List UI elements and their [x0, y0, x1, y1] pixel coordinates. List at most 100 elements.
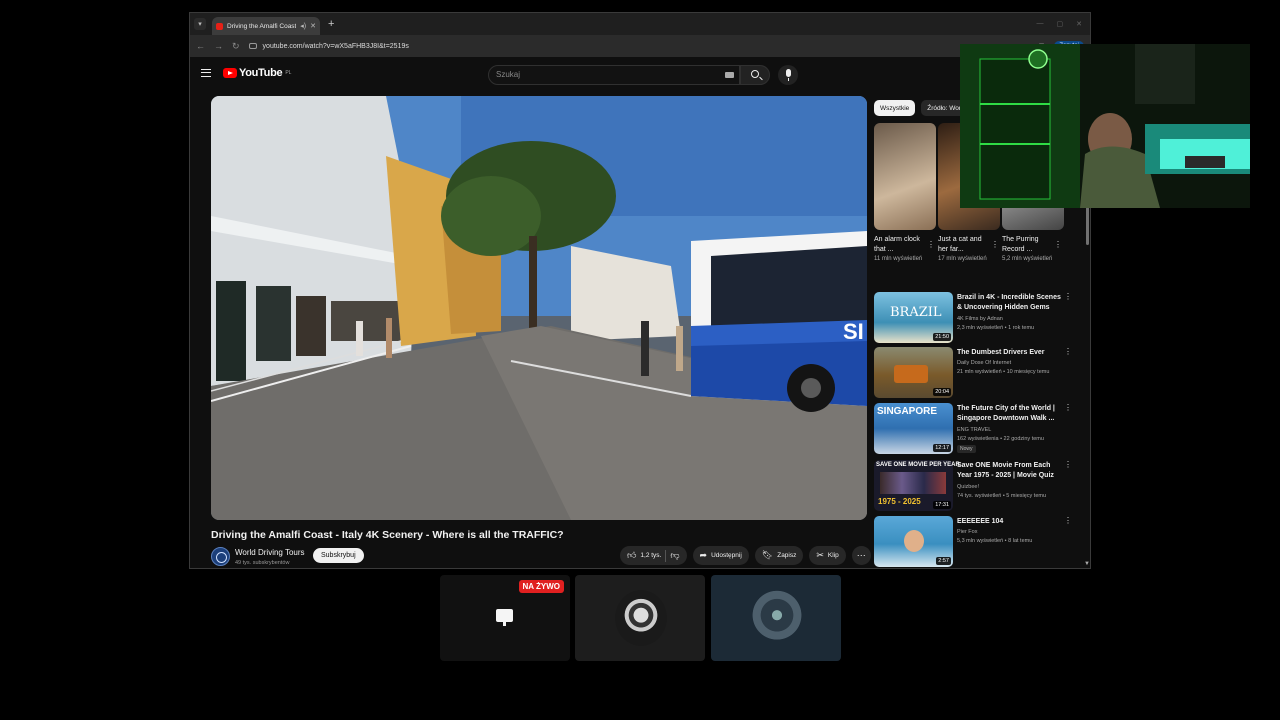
like-icon[interactable]: 👍︎: [627, 550, 636, 561]
participant-tile-screen[interactable]: NA ŻYWO: [440, 575, 570, 661]
channel-name[interactable]: ENG TRAVEL: [957, 426, 1067, 434]
search-input[interactable]: Szukaj: [488, 65, 740, 85]
youtube-favicon-icon: [216, 22, 223, 30]
video-duration: 20:04: [933, 388, 951, 396]
channel-name[interactable]: Pier Fox: [957, 528, 1067, 536]
recommendation-item[interactable]: SINGAPORE 12:17 The Future City of the W…: [874, 403, 1074, 455]
share-icon: ➦: [699, 550, 708, 560]
maximize-icon[interactable]: ▢: [1057, 20, 1064, 28]
participant-tile[interactable]: [575, 575, 705, 661]
thumbnail-text: SAVE ONE MOVIE PER YEAR: [876, 462, 960, 468]
voice-search-icon[interactable]: [778, 65, 798, 85]
recommendation-item[interactable]: 20:04 The Dumbest Drivers Ever Daily Dos…: [874, 347, 1074, 399]
more-vert-icon[interactable]: ⋮: [1064, 347, 1072, 356]
reload-icon[interactable]: ↻: [232, 41, 240, 52]
browser-window: ▾ Driving the Amalfi Coast - I ◂) ✕ + — …: [189, 12, 1091, 569]
more-actions-button[interactable]: ⋯: [851, 546, 871, 565]
tab-search-icon[interactable]: ▾: [194, 18, 206, 30]
subscriber-count: 49 tys. subskrybentów: [235, 560, 290, 566]
video-title: Driving the Amalfi Coast - Italy 4K Scen…: [211, 529, 564, 541]
video-title[interactable]: Save ONE Movie From Each Year 1975 - 202…: [957, 461, 1061, 481]
video-thumbnail[interactable]: BRAZIL 21:50: [874, 292, 953, 343]
video-meta: 2,3 mln wyświetleń • 1 rok temu: [957, 325, 1035, 331]
youtube-play-icon: [223, 68, 237, 78]
short-title[interactable]: The Purring Record ...: [1002, 235, 1052, 255]
video-meta: 162 wyświetlenia • 22 godziny temu: [957, 436, 1044, 442]
video-thumbnail[interactable]: SINGAPORE 12:17: [874, 403, 953, 454]
thumbnail-subtext: 1975 - 2025: [878, 497, 921, 506]
video-meta: 74 tys. wyświetleń • 5 miesięcy temu: [957, 493, 1047, 499]
url-field[interactable]: youtube.com/watch?v=wX5aFHB3J8I&t=2519s: [248, 43, 1030, 50]
video-thumbnail[interactable]: 2:57: [874, 516, 953, 567]
address-bar: ← → ↻ youtube.com/watch?v=wX5aFHB3J8I&t=…: [190, 35, 1090, 57]
dislike-icon[interactable]: 👎︎: [670, 550, 679, 561]
menu-icon[interactable]: [201, 69, 211, 77]
short-menu-icon[interactable]: ⋮: [927, 240, 935, 249]
close-window-icon[interactable]: ✕: [1076, 20, 1082, 28]
youtube-page: YouTube PL Szukaj SI Driving the Amalfi …: [190, 57, 1090, 568]
scroll-down-icon[interactable]: ▼: [1084, 561, 1090, 567]
channel-name[interactable]: Quizbee!: [957, 483, 1067, 491]
site-info-icon[interactable]: [248, 43, 257, 49]
more-vert-icon[interactable]: ⋮: [1064, 403, 1072, 412]
search-button[interactable]: [740, 65, 770, 85]
chip-all[interactable]: Wszystkie: [874, 100, 916, 116]
save-label: Zapisz: [777, 552, 797, 559]
more-vert-icon[interactable]: ⋮: [1064, 516, 1072, 525]
browser-tab[interactable]: Driving the Amalfi Coast - I ◂) ✕: [212, 17, 320, 35]
more-vert-icon[interactable]: ⋮: [1064, 460, 1072, 469]
video-title[interactable]: The Dumbest Drivers Ever: [957, 348, 1061, 358]
webcam-feed: [960, 44, 1250, 208]
video-thumbnail[interactable]: SAVE ONE MOVIE PER YEAR 1975 - 2025 17:3…: [874, 460, 960, 511]
video-title[interactable]: EEEEEEE 104: [957, 517, 1061, 527]
short-views: 5,2 mln wyświetleń: [1002, 256, 1053, 262]
short-views: 17 mln wyświetleń: [938, 256, 987, 262]
short-thumbnail[interactable]: [874, 123, 936, 230]
live-badge: NA ŻYWO: [518, 580, 564, 593]
video-actions: 👍︎ 1,2 tys. 👎︎ ➦ Udostępnij 🔖︎ Zapisz ✂ …: [620, 546, 871, 565]
clip-button[interactable]: ✂ Klip: [809, 546, 846, 565]
video-duration: 21:50: [933, 333, 951, 341]
video-player[interactable]: SI: [211, 96, 867, 520]
back-icon[interactable]: ←: [196, 41, 205, 51]
short-title[interactable]: An alarm clock that ...: [874, 235, 924, 255]
video-thumbnail[interactable]: 20:04: [874, 347, 953, 398]
car-shape: [894, 365, 928, 383]
video-meta: 21 mln wyświetleń • 10 miesięcy temu: [957, 369, 1050, 375]
more-vert-icon[interactable]: ⋮: [1064, 292, 1072, 301]
channel-name[interactable]: World Driving Tours: [235, 548, 305, 557]
participant-tile[interactable]: [711, 575, 841, 661]
channel-name[interactable]: Daily Dose Of Internet: [957, 359, 1067, 367]
short-title[interactable]: Just a cat and her far...: [938, 235, 988, 255]
keyboard-icon[interactable]: [725, 72, 734, 78]
video-meta: 5,3 mln wyświetleń • 8 lat temu: [957, 538, 1033, 544]
like-count[interactable]: 1,2 tys.: [640, 552, 661, 559]
subscribe-button[interactable]: Subskrybuj: [313, 548, 364, 563]
recommendation-item[interactable]: BRAZIL 21:50 Brazil in 4K - Incredible S…: [874, 292, 1074, 344]
clip-label: Klip: [827, 552, 839, 559]
thumbnail-text: SINGAPORE: [877, 406, 938, 417]
channel-avatar[interactable]: [211, 547, 230, 566]
recommendation-item[interactable]: SAVE ONE MOVIE PER YEAR 1975 - 2025 17:3…: [874, 460, 1074, 512]
short-menu-icon[interactable]: ⋮: [991, 240, 999, 249]
speaker-icon[interactable]: ◂): [300, 22, 306, 30]
scissors-icon: ✂: [816, 550, 824, 560]
video-duration: 12:17: [933, 444, 951, 452]
forward-icon[interactable]: →: [214, 41, 223, 51]
like-dislike-group: 👍︎ 1,2 tys. 👎︎: [620, 546, 687, 565]
short-menu-icon[interactable]: ⋮: [1054, 240, 1062, 249]
video-title[interactable]: Brazil in 4K - Incredible Scenes & Uncov…: [957, 293, 1061, 313]
video-title[interactable]: The Future City of the World | Singapore…: [957, 404, 1061, 424]
share-button[interactable]: ➦ Udostępnij: [692, 546, 749, 565]
youtube-logo[interactable]: YouTube PL: [223, 67, 291, 79]
channel-name[interactable]: 4K Films by Adnan: [957, 315, 1067, 323]
recommendation-item[interactable]: 2:57 EEEEEEE 104 Pier Fox 5,3 mln wyświe…: [874, 516, 1074, 568]
new-tab-icon[interactable]: +: [328, 18, 334, 30]
short-views: 11 mln wyświetleń: [874, 256, 923, 262]
region-code: PL: [285, 70, 292, 76]
minimize-icon[interactable]: —: [1037, 20, 1044, 28]
video-duration: 2:57: [936, 557, 951, 565]
scrollbar[interactable]: [1086, 207, 1089, 245]
close-tab-icon[interactable]: ✕: [310, 22, 316, 30]
save-button[interactable]: 🔖︎ Zapisz: [754, 546, 804, 565]
